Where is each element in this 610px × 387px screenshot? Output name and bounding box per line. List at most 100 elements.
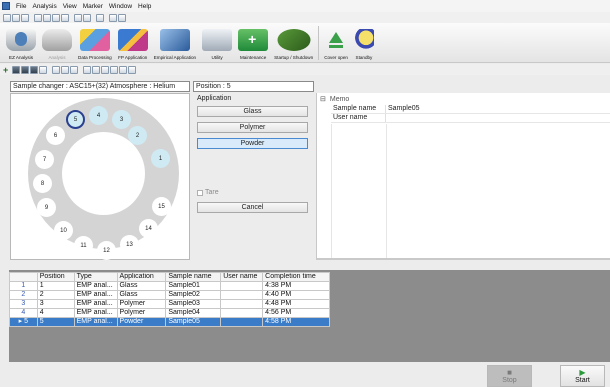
powder-button[interactable]: Powder [197, 138, 308, 149]
data-processing-button[interactable]: Data Processing [75, 23, 115, 63]
tray-position-15[interactable]: 15 [152, 197, 171, 216]
tare-checkbox[interactable]: Tare [197, 189, 219, 196]
add-icon[interactable]: + [3, 65, 11, 74]
column-header-type[interactable]: Type [73, 272, 118, 282]
cell-user-name [220, 281, 264, 291]
table-row[interactable]: 4 4 EMP anal... Polymer Sample04 4:56 PM [9, 308, 330, 318]
chart-icon[interactable] [52, 65, 60, 74]
queue-icon[interactable] [92, 65, 100, 74]
cell-completion-time: 4:40 PM [262, 290, 330, 300]
window-icon[interactable] [109, 13, 117, 22]
save-icon[interactable] [21, 13, 29, 22]
cancel-button[interactable]: Cancel [197, 202, 308, 213]
paste-icon[interactable] [52, 13, 60, 22]
maintenance-button[interactable]: Maintenance [235, 23, 271, 63]
tray-position-8[interactable]: 8 [33, 174, 52, 193]
sample-name-row[interactable]: Sample name Sample05 [331, 105, 610, 114]
menu-marker[interactable]: Marker [80, 3, 106, 10]
zoom-icon[interactable] [74, 13, 82, 22]
polymer-button[interactable]: Polymer [197, 122, 308, 133]
tray-position-9[interactable]: 9 [37, 198, 56, 217]
cell-position: 2 [36, 290, 75, 300]
cell-sample-name: Sample04 [165, 308, 222, 318]
help-icon[interactable] [83, 13, 91, 22]
cell-user-name [220, 290, 264, 300]
glass-button[interactable]: Glass [197, 106, 308, 117]
user-name-row[interactable]: User name [331, 114, 610, 123]
report-icon[interactable] [96, 13, 104, 22]
cell-completion-time: 4:38 PM [262, 281, 330, 291]
start-label: Start [575, 376, 590, 384]
memo-footer [317, 258, 610, 260]
tray-position-10[interactable]: 10 [54, 221, 73, 240]
fp-application-button[interactable]: FP Application [115, 23, 151, 63]
tray-position-14[interactable]: 14 [139, 219, 158, 238]
delete-icon[interactable] [119, 65, 127, 74]
tray-icon[interactable] [83, 65, 91, 74]
cut-icon[interactable] [34, 13, 42, 22]
menu-window[interactable]: Window [106, 3, 135, 10]
table-row[interactable]: 3 3 EMP anal... Polymer Sample03 4:48 PM [9, 299, 330, 309]
start-icon: ▶ [579, 367, 586, 377]
tray-position-4[interactable]: 4 [89, 106, 108, 125]
tray-position-3[interactable]: 3 [112, 110, 131, 129]
menu-analysis[interactable]: Analysis [29, 3, 59, 10]
tray-position-1[interactable]: 1 [151, 149, 170, 168]
table-row[interactable]: 2 2 EMP anal... Glass Sample02 4:40 PM [9, 290, 330, 300]
tare-checkbox-box[interactable] [197, 189, 203, 196]
tray-position-5[interactable]: 5 [66, 110, 85, 129]
utility-button[interactable]: Utility [199, 23, 235, 63]
column-header-application[interactable]: Application [116, 272, 167, 282]
column-header-sample-name[interactable]: Sample name [165, 272, 222, 282]
check-icon[interactable] [39, 65, 47, 74]
menu-view[interactable]: View [60, 3, 80, 10]
cover-open-button[interactable]: Cover open [321, 23, 351, 63]
memo-panel: ⊟ Memo Sample name Sample05 User name [316, 93, 610, 260]
menu-file[interactable]: File [13, 3, 29, 10]
cell-completion-time: 4:48 PM [262, 299, 330, 309]
tray-position-11[interactable]: 11 [74, 236, 93, 255]
move-down-icon[interactable] [110, 65, 118, 74]
tray-position-13[interactable]: 13 [120, 235, 139, 254]
collapse-icon[interactable]: ⊟ [320, 95, 326, 103]
tray-position-12[interactable]: 12 [97, 241, 116, 260]
column-header-user-name[interactable]: User name [220, 272, 264, 282]
start-button[interactable]: ▶ Start [560, 365, 605, 387]
cell-application: Glass [116, 281, 167, 291]
open-icon[interactable] [12, 13, 20, 22]
column-header-completion-time[interactable]: Completion time [262, 272, 330, 282]
startup-shutdown-button[interactable]: Startup / Shutdown [271, 23, 316, 63]
memo-header[interactable]: ⊟ Memo [320, 95, 350, 104]
memo-title: Memo [329, 95, 350, 103]
new-icon[interactable] [3, 13, 11, 22]
analysis-button[interactable]: Analysis [39, 23, 75, 63]
cell-type: EMP anal... [73, 290, 118, 300]
overlay-icon[interactable] [70, 65, 78, 74]
standby-button[interactable]: Standby [351, 23, 377, 63]
row-index: 1 [9, 281, 38, 291]
tray-position-7[interactable]: 7 [35, 150, 54, 169]
copy-icon[interactable] [43, 13, 51, 22]
tare-label: Tare [205, 189, 219, 196]
menu-help[interactable]: Help [135, 3, 154, 10]
grid-icon[interactable] [12, 65, 20, 74]
list-icon[interactable] [21, 65, 29, 74]
table-row[interactable]: ▸ 5 5 EMP anal... Powder Sample05 4:58 PM [9, 317, 330, 327]
move-up-icon[interactable] [101, 65, 109, 74]
table-row[interactable]: 1 1 EMP anal... Glass Sample01 4:38 PM [9, 281, 330, 291]
column-header-position[interactable]: Position [36, 272, 75, 282]
sample-name-field[interactable]: Sample05 [385, 105, 610, 113]
spectrum-icon[interactable] [61, 65, 69, 74]
row-index: 2 [9, 290, 38, 300]
ez-analysis-button[interactable]: EZ Analysis [3, 23, 39, 63]
user-name-field[interactable] [385, 114, 610, 122]
print-icon[interactable] [61, 13, 69, 22]
table-icon[interactable] [30, 65, 38, 74]
tile-icon[interactable] [118, 13, 126, 22]
cell-position: 5 [36, 317, 75, 327]
settings-icon[interactable] [128, 65, 136, 74]
tray-position-2[interactable]: 2 [128, 126, 147, 145]
empirical-application-button[interactable]: Empirical Application [151, 23, 199, 63]
stop-button[interactable]: ■ Stop [487, 365, 532, 387]
tray-position-6[interactable]: 6 [46, 126, 65, 145]
